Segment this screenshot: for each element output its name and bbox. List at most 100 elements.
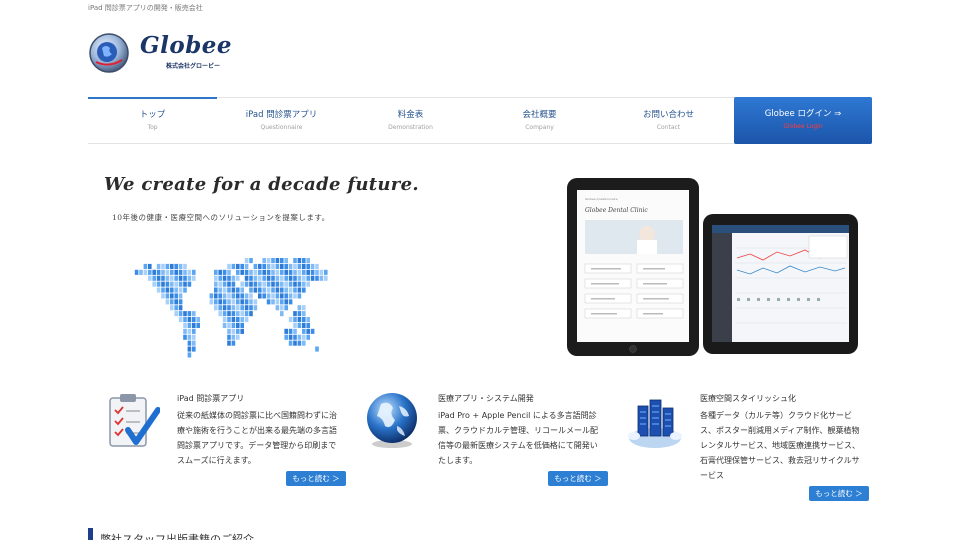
map-pixel	[302, 263, 306, 269]
map-pixel	[174, 269, 178, 275]
map-pixel	[214, 305, 218, 311]
map-pixel	[174, 263, 178, 269]
map-pixel	[178, 305, 183, 311]
site-tagline: iPad 問診票アプリの開発・販売会社	[88, 4, 203, 12]
map-pixel	[266, 287, 271, 293]
nav-label: iPad 問診票アプリ	[245, 110, 318, 120]
map-pixel	[165, 263, 170, 269]
map-pixel	[262, 281, 266, 287]
map-pixel	[310, 269, 315, 275]
map-pixel	[288, 287, 293, 293]
map-pixel	[170, 263, 174, 269]
map-pixel	[297, 287, 302, 293]
map-pixel	[187, 322, 192, 328]
map-pixel	[240, 293, 244, 299]
nav-item-company[interactable]: 会社概要 Company	[475, 98, 604, 143]
desc-line: 票、クラウドカルテ管理、リコールメール配	[438, 426, 598, 435]
map-pixel	[288, 299, 293, 305]
map-pixel	[275, 299, 280, 305]
map-pixel	[244, 299, 249, 305]
map-pixel	[302, 322, 306, 328]
map-pixel	[293, 263, 297, 269]
map-pixel	[183, 317, 187, 323]
map-pixel	[266, 258, 271, 264]
map-pixel	[227, 299, 231, 305]
map-pixel	[284, 299, 288, 305]
map-pixel	[293, 317, 297, 323]
map-pixel	[280, 293, 284, 299]
map-pixel	[306, 263, 310, 269]
login-button[interactable]: Globee ログイン ⇒ Globee Login	[734, 97, 872, 144]
map-pixel	[244, 317, 249, 323]
desc-line: たします。	[438, 456, 478, 465]
hero-subtitle: 10年後の健康・医療空間へのソリューションを提案します。	[112, 213, 330, 222]
map-pixel	[170, 299, 174, 305]
map-pixel	[302, 334, 306, 340]
map-pixel	[302, 311, 306, 317]
map-pixel	[244, 258, 249, 264]
map-pixel	[165, 299, 170, 305]
map-pixel	[192, 311, 196, 317]
map-pixel	[165, 281, 170, 287]
map-pixel	[284, 258, 288, 264]
feature-description: iPad Pro + Apple Pencil による多言語問診 票、クラウドカ…	[438, 408, 610, 468]
map-pixel	[271, 281, 275, 287]
map-pixel	[253, 269, 258, 275]
map-pixel	[262, 293, 266, 299]
map-pixel	[280, 287, 284, 293]
map-pixel	[249, 293, 253, 299]
map-pixel	[231, 317, 236, 323]
map-pixel	[218, 275, 222, 281]
read-more-button[interactable]: もっと読む ＞	[809, 486, 869, 501]
map-pixel	[253, 287, 258, 293]
map-pixel	[174, 281, 178, 287]
map-pixel	[227, 305, 231, 311]
map-pixel	[161, 263, 165, 269]
map-pixel	[310, 275, 315, 281]
map-pixel	[227, 293, 231, 299]
read-more-button[interactable]: もっと読む ＞	[548, 471, 608, 486]
nav-item-pricing[interactable]: 料金表 Demonstration	[346, 98, 475, 143]
map-pixel	[244, 269, 249, 275]
map-pixel	[218, 311, 222, 317]
map-pixel	[156, 281, 161, 287]
map-pixel	[284, 287, 288, 293]
map-pixel	[288, 263, 293, 269]
map-pixel	[253, 305, 258, 311]
map-pixel	[240, 311, 244, 317]
feature-stylish-space: 医療空間スタイリッシュ化 各種データ（カルテ等）クラウド化サービ ス、ポスター削…	[700, 393, 872, 483]
map-pixel	[165, 293, 170, 299]
map-pixel	[161, 281, 165, 287]
map-pixel	[227, 311, 231, 317]
nav-item-questionnaire[interactable]: iPad 問診票アプリ Questionnaire	[217, 98, 346, 143]
map-pixel	[218, 299, 222, 305]
map-pixel	[310, 263, 315, 269]
map-pixel	[170, 287, 174, 293]
map-pixel	[187, 352, 192, 358]
map-pixel	[148, 269, 152, 275]
read-more-button[interactable]: もっと読む ＞	[286, 471, 346, 486]
nav-sublabel: Questionnaire	[260, 124, 303, 131]
map-pixel	[266, 269, 271, 275]
nav-item-top[interactable]: トップ Top	[88, 97, 217, 143]
map-pixel	[306, 269, 310, 275]
map-pixel	[280, 281, 284, 287]
desc-line: 従来の紙媒体の問診票に比べ国籍問わずに治	[177, 411, 337, 420]
map-pixel	[249, 287, 253, 293]
nav-item-contact[interactable]: お問い合わせ Contact	[604, 98, 733, 143]
map-pixel	[271, 293, 275, 299]
map-pixel	[174, 299, 178, 305]
map-pixel	[315, 275, 319, 281]
site-logo[interactable]: Globee 株式会社グロービー	[88, 30, 232, 76]
map-pixel	[271, 263, 275, 269]
map-pixel	[161, 287, 165, 293]
map-pixel	[165, 287, 170, 293]
map-pixel	[262, 263, 266, 269]
map-pixel	[231, 322, 236, 328]
map-pixel	[192, 346, 196, 352]
map-pixel	[178, 281, 183, 287]
map-pixel	[275, 305, 280, 311]
world-map-graphic	[134, 258, 328, 358]
map-pixel	[271, 258, 275, 264]
map-pixel	[139, 269, 143, 275]
